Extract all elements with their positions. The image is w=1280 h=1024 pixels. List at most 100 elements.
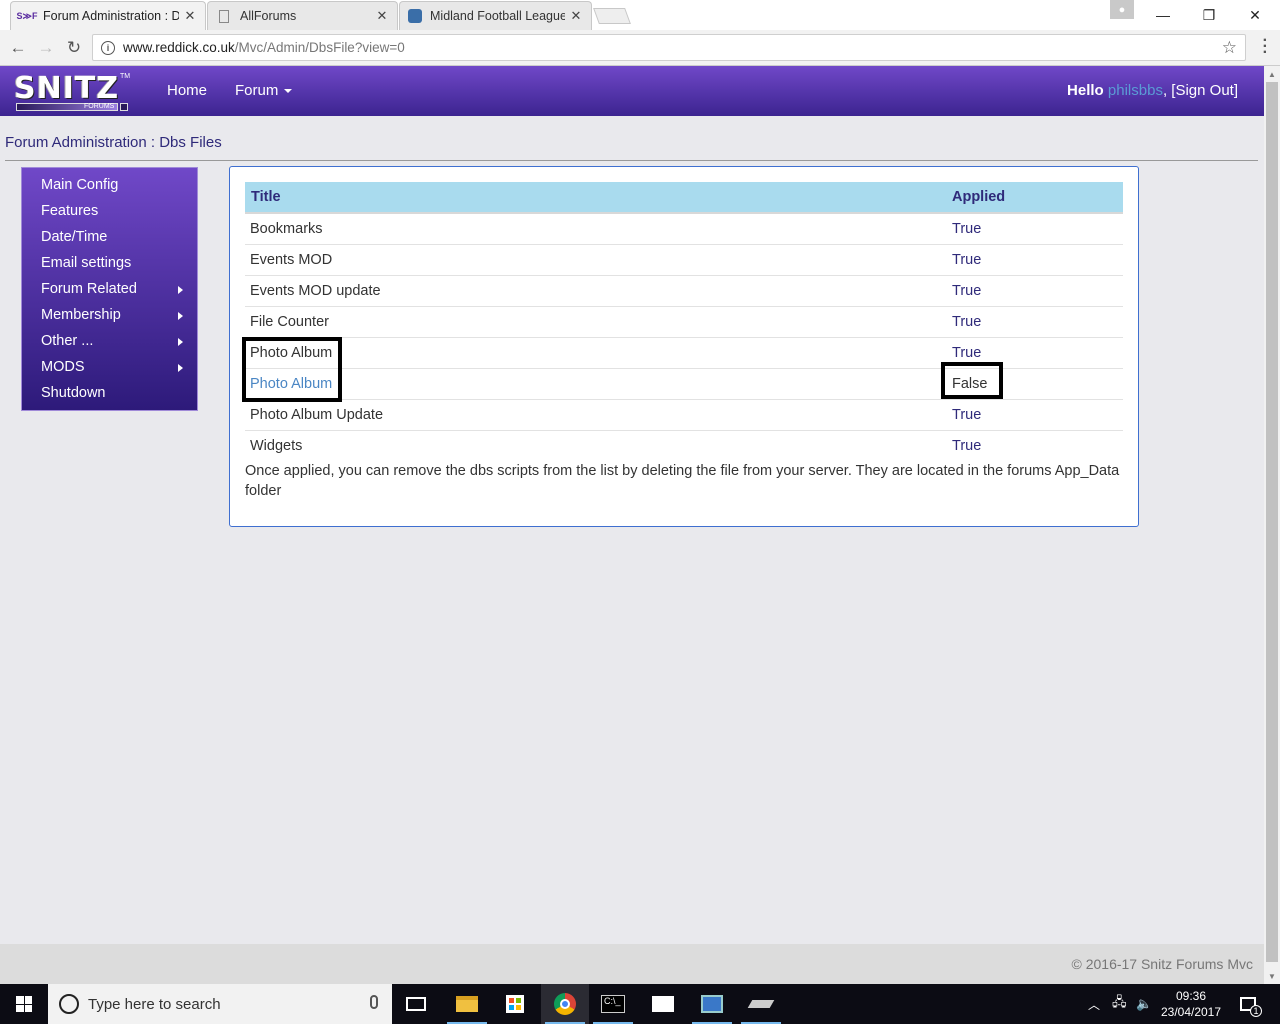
cortana-icon	[59, 994, 79, 1014]
nav-forum-dropdown[interactable]: Forum	[235, 82, 293, 99]
close-icon[interactable]: ✕	[183, 8, 197, 24]
sidebar-item-label: Membership	[41, 307, 121, 323]
browser-toolbar: ← → ↻ i www.reddick.co.uk/Mvc/Admin/DbsF…	[0, 30, 1280, 66]
reload-icon[interactable]: ↻	[62, 36, 86, 60]
tab-midland-football-league[interactable]: Midland Football League ✕	[399, 1, 592, 30]
snitz-favicon-icon: S≫F	[16, 10, 38, 21]
close-icon[interactable]: ✕	[569, 8, 583, 24]
search-placeholder: Type here to search	[88, 995, 221, 1013]
browser-tab-strip: S≫F Forum Administration : D ✕ AllForums…	[0, 0, 1280, 30]
page-icon	[219, 9, 229, 23]
logo-text: SNITZ	[14, 71, 120, 106]
row-title: Events MOD update	[245, 275, 946, 307]
taskbar-search-box[interactable]: Type here to search	[48, 984, 392, 1024]
table-row: Photo Album Update True	[245, 399, 1123, 431]
restore-icon[interactable]: ❐	[1186, 0, 1232, 30]
microphone-icon[interactable]	[370, 995, 378, 1009]
windows-start-icon[interactable]	[0, 984, 48, 1024]
tray-chevron-icon[interactable]: ︿	[1088, 984, 1100, 1024]
page-footer: © 2016-17 Snitz Forums Mvc	[0, 944, 1264, 984]
page-breadcrumb: Forum Administration : Dbs Files	[5, 134, 222, 151]
row-applied: True	[946, 213, 1123, 245]
highlight-box-false	[941, 362, 1003, 399]
forward-arrow-icon[interactable]: →	[34, 36, 58, 60]
page-scrollbar[interactable]: ▲ ▼	[1264, 66, 1280, 984]
sidebar-item-label: Main Config	[41, 177, 119, 193]
column-header-applied: Applied	[946, 182, 1123, 214]
admin-sidebar-menu: Main Config Features Date/Time Email set…	[21, 167, 198, 411]
username-link[interactable]: philsbbs	[1108, 82, 1163, 99]
task-view-icon[interactable]	[392, 984, 440, 1024]
sidebar-item-label: Forum Related	[41, 281, 137, 297]
row-applied: True	[946, 275, 1123, 307]
sidebar-item-label: Features	[41, 203, 99, 219]
sidebar-item-membership[interactable]: Membership	[22, 306, 197, 332]
copyright-text: © 2016-17 Snitz Forums Mvc	[1071, 956, 1254, 972]
row-applied: True	[952, 437, 982, 454]
table-row: Events MOD update True	[245, 275, 1123, 307]
logo-subtext: FORUMS	[84, 103, 115, 110]
dbs-info-note: Once applied, you can remove the dbs scr…	[245, 463, 1120, 499]
sidebar-item-main-config[interactable]: Main Config	[22, 176, 197, 202]
taskbar-clock[interactable]: 09:36 23/04/2017	[1150, 988, 1232, 1020]
network-icon[interactable]: 🖧	[1112, 984, 1127, 1024]
user-greeting: Hello philsbbs, [Sign Out]	[1067, 82, 1238, 99]
row-applied: True	[946, 399, 1123, 431]
sign-out-link[interactable]: [Sign Out]	[1171, 82, 1238, 99]
web-page: SNITZ FORUMS TM Home Forum Hello philsbb…	[0, 66, 1264, 984]
dbs-files-panel: Title Applied Bookmarks True Events MOD …	[229, 166, 1139, 527]
table-header-row: Title Applied	[245, 182, 1123, 214]
table-row: Bookmarks True	[245, 213, 1123, 245]
store-icon[interactable]	[491, 984, 539, 1024]
scroll-up-icon[interactable]: ▲	[1264, 66, 1280, 82]
sidebar-item-mods[interactable]: MODS	[22, 358, 197, 384]
row-applied: True	[946, 244, 1123, 276]
row-title: Bookmarks	[245, 213, 946, 245]
sidebar-item-email-settings[interactable]: Email settings	[22, 254, 197, 280]
mail-icon[interactable]	[639, 984, 687, 1024]
caret-right-icon	[178, 338, 183, 346]
command-prompt-icon[interactable]: C:\_	[589, 984, 637, 1024]
file-explorer-icon[interactable]	[443, 984, 491, 1024]
site-navbar: SNITZ FORUMS TM Home Forum Hello philsbb…	[0, 66, 1264, 116]
caret-down-icon	[284, 89, 293, 94]
tab-forum-administration[interactable]: S≫F Forum Administration : D ✕	[10, 1, 206, 30]
close-icon[interactable]: ✕	[375, 8, 389, 24]
drive-icon[interactable]	[737, 984, 785, 1024]
caret-right-icon	[178, 286, 183, 294]
browser-menu-icon[interactable]: · · ·	[1263, 33, 1268, 61]
sidebar-item-features[interactable]: Features	[22, 202, 197, 228]
sidebar-item-shutdown[interactable]: Shutdown	[22, 384, 197, 410]
sidebar-item-other[interactable]: Other ...	[22, 332, 197, 358]
notification-count: 1	[1250, 1005, 1262, 1017]
nav-home-link[interactable]: Home	[167, 82, 207, 99]
row-applied: True	[946, 306, 1123, 338]
sidebar-item-label: MODS	[41, 359, 85, 375]
snitz-logo[interactable]: SNITZ FORUMS TM	[14, 71, 130, 113]
tab-label: Forum Administration : D	[43, 9, 179, 23]
chrome-icon[interactable]	[541, 984, 589, 1024]
row-title: Photo Album	[245, 368, 946, 400]
logo-square	[120, 103, 128, 111]
scrollbar-thumb[interactable]	[1266, 82, 1278, 962]
scroll-down-icon[interactable]: ▼	[1264, 968, 1280, 984]
row-title: Photo Album Update	[245, 399, 946, 431]
address-bar[interactable]: i www.reddick.co.uk/Mvc/Admin/DbsFile?vi…	[92, 34, 1246, 61]
new-tab-button[interactable]	[593, 8, 631, 24]
bookmark-star-icon[interactable]: ☆	[1222, 38, 1237, 58]
sidebar-item-date-time[interactable]: Date/Time	[22, 228, 197, 254]
back-arrow-icon[interactable]: ←	[6, 36, 30, 60]
tab-label: Midland Football League	[430, 9, 565, 23]
minimize-icon[interactable]: —	[1140, 0, 1186, 30]
remote-desktop-icon[interactable]	[688, 984, 736, 1024]
info-icon[interactable]: i	[101, 40, 115, 55]
profile-icon[interactable]: ●	[1110, 0, 1134, 19]
notification-icon[interactable]: 1	[1240, 984, 1262, 1024]
column-header-title: Title	[245, 182, 946, 214]
table-row: File Counter True	[245, 306, 1123, 338]
row-title: File Counter	[245, 306, 946, 338]
window-close-icon[interactable]: ✕	[1232, 0, 1278, 30]
hello-label: Hello	[1067, 82, 1104, 99]
tab-allforums[interactable]: AllForums ✕	[207, 1, 398, 30]
sidebar-item-forum-related[interactable]: Forum Related	[22, 280, 197, 306]
